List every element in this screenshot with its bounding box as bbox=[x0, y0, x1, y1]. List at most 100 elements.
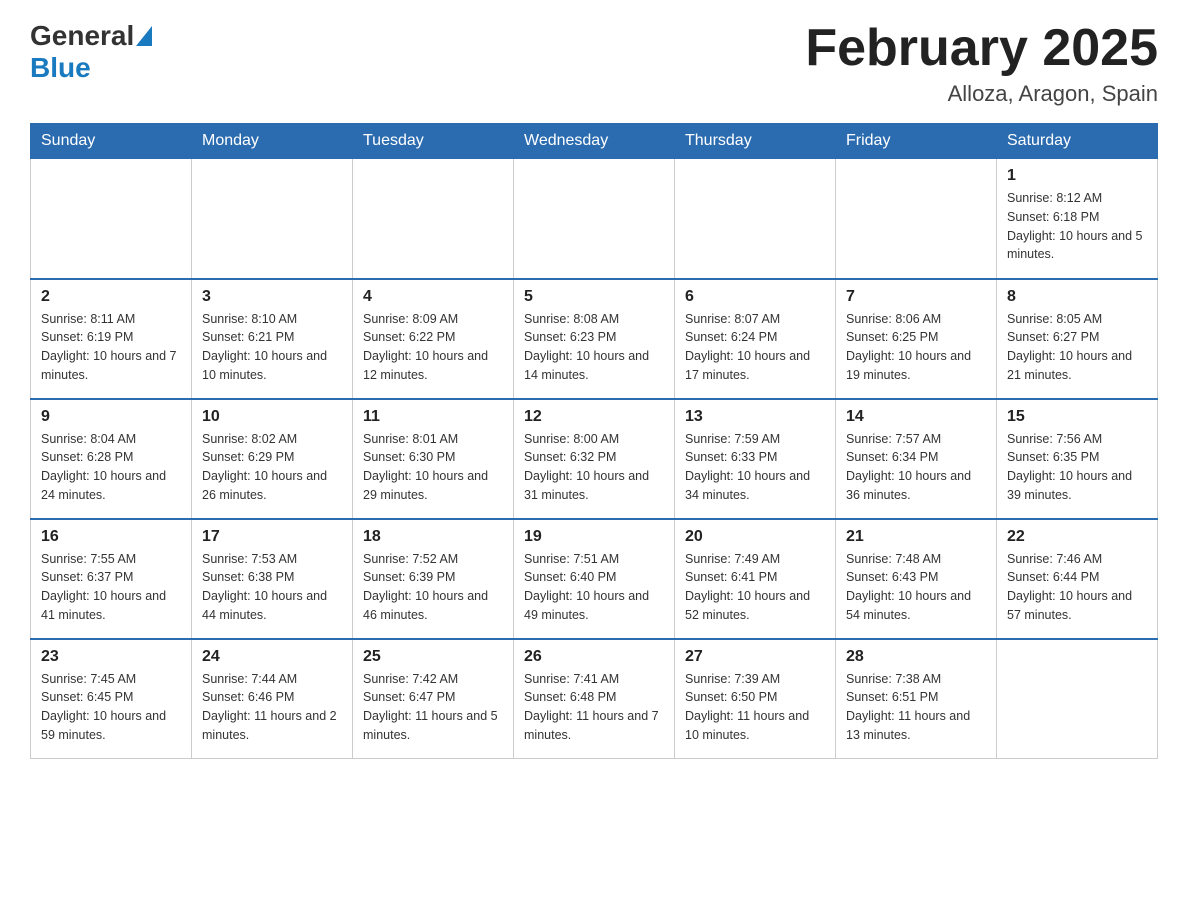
weekday-header-friday: Friday bbox=[836, 124, 997, 159]
week-row-0: 1Sunrise: 8:12 AMSunset: 6:18 PMDaylight… bbox=[31, 159, 1158, 279]
calendar-table: SundayMondayTuesdayWednesdayThursdayFrid… bbox=[30, 123, 1158, 759]
day-info: Sunrise: 8:02 AMSunset: 6:29 PMDaylight:… bbox=[202, 430, 342, 505]
day-number: 7 bbox=[846, 288, 986, 306]
calendar-cell: 16 Sunrise: 7:55 AMSunset: 6:37 PMDayligh… bbox=[31, 519, 192, 639]
day-info: Sunrise: 7:49 AMSunset: 6:41 PMDaylight:… bbox=[685, 550, 825, 625]
calendar-cell: 24 Sunrise: 7:44 AMSunset: 6:46 PMDayligh… bbox=[192, 639, 353, 759]
logo: General Blue bbox=[30, 20, 152, 84]
day-number: 6 bbox=[685, 288, 825, 306]
day-info: Sunrise: 7:45 AMSunset: 6:45 PMDaylight:… bbox=[41, 670, 181, 745]
weekday-header-saturday: Saturday bbox=[997, 124, 1158, 159]
week-row-1: 2Sunrise: 8:11 AMSunset: 6:19 PMDaylight… bbox=[31, 279, 1158, 399]
day-info: Sunrise: 8:00 AMSunset: 6:32 PMDaylight:… bbox=[524, 430, 664, 505]
weekday-header-thursday: Thursday bbox=[675, 124, 836, 159]
calendar-title: February 2025 bbox=[805, 20, 1158, 77]
calendar-cell: 2Sunrise: 8:11 AMSunset: 6:19 PMDaylight… bbox=[31, 279, 192, 399]
day-info: Sunrise: 8:05 AMSunset: 6:27 PMDaylight:… bbox=[1007, 310, 1147, 385]
calendar-cell: 9 Sunrise: 8:04 AMSunset: 6:28 PMDaylight… bbox=[31, 399, 192, 519]
day-number: 16 bbox=[41, 528, 181, 546]
calendar-cell: 5 Sunrise: 8:08 AMSunset: 6:23 PMDaylight… bbox=[514, 279, 675, 399]
calendar-cell: 13 Sunrise: 7:59 AMSunset: 6:33 PMDayligh… bbox=[675, 399, 836, 519]
calendar-subtitle: Alloza, Aragon, Spain bbox=[805, 81, 1158, 107]
calendar-cell: 1Sunrise: 8:12 AMSunset: 6:18 PMDaylight… bbox=[997, 159, 1158, 279]
day-info: Sunrise: 8:09 AMSunset: 6:22 PMDaylight:… bbox=[363, 310, 503, 385]
day-info: Sunrise: 8:10 AMSunset: 6:21 PMDaylight:… bbox=[202, 310, 342, 385]
day-info: Sunrise: 7:52 AMSunset: 6:39 PMDaylight:… bbox=[363, 550, 503, 625]
day-number: 17 bbox=[202, 528, 342, 546]
day-number: 20 bbox=[685, 528, 825, 546]
day-number: 15 bbox=[1007, 408, 1147, 426]
calendar-cell: 15Sunrise: 7:56 AMSunset: 6:35 PMDayligh… bbox=[997, 399, 1158, 519]
day-info: Sunrise: 8:07 AMSunset: 6:24 PMDaylight:… bbox=[685, 310, 825, 385]
day-number: 1 bbox=[1007, 167, 1147, 185]
day-number: 10 bbox=[202, 408, 342, 426]
calendar-cell: 10 Sunrise: 8:02 AMSunset: 6:29 PMDayligh… bbox=[192, 399, 353, 519]
day-info: Sunrise: 7:55 AMSunset: 6:37 PMDaylight:… bbox=[41, 550, 181, 625]
calendar-cell: 21 Sunrise: 7:48 AMSunset: 6:43 PMDayligh… bbox=[836, 519, 997, 639]
weekday-header-sunday: Sunday bbox=[31, 124, 192, 159]
day-info: Sunrise: 7:59 AMSunset: 6:33 PMDaylight:… bbox=[685, 430, 825, 505]
calendar-cell: 3Sunrise: 8:10 AMSunset: 6:21 PMDaylight… bbox=[192, 279, 353, 399]
page-header: General Blue February 2025 Alloza, Arago… bbox=[30, 20, 1158, 107]
day-number: 8 bbox=[1007, 288, 1147, 306]
day-number: 11 bbox=[363, 408, 503, 426]
calendar-cell: 23 Sunrise: 7:45 AMSunset: 6:45 PMDayligh… bbox=[31, 639, 192, 759]
calendar-cell: 20 Sunrise: 7:49 AMSunset: 6:41 PMDayligh… bbox=[675, 519, 836, 639]
calendar-cell bbox=[192, 159, 353, 279]
day-info: Sunrise: 7:41 AMSunset: 6:48 PMDaylight:… bbox=[524, 670, 664, 745]
calendar-cell: 11 Sunrise: 8:01 AMSunset: 6:30 PMDayligh… bbox=[353, 399, 514, 519]
day-info: Sunrise: 7:46 AMSunset: 6:44 PMDaylight:… bbox=[1007, 550, 1147, 625]
calendar-cell: 27 Sunrise: 7:39 AMSunset: 6:50 PMDayligh… bbox=[675, 639, 836, 759]
calendar-cell bbox=[675, 159, 836, 279]
day-number: 4 bbox=[363, 288, 503, 306]
weekday-header-monday: Monday bbox=[192, 124, 353, 159]
day-number: 5 bbox=[524, 288, 664, 306]
calendar-cell: 26 Sunrise: 7:41 AMSunset: 6:48 PMDayligh… bbox=[514, 639, 675, 759]
day-number: 26 bbox=[524, 648, 664, 666]
weekday-header-tuesday: Tuesday bbox=[353, 124, 514, 159]
day-number: 13 bbox=[685, 408, 825, 426]
calendar-cell bbox=[514, 159, 675, 279]
day-info: Sunrise: 7:48 AMSunset: 6:43 PMDaylight:… bbox=[846, 550, 986, 625]
title-area: February 2025 Alloza, Aragon, Spain bbox=[805, 20, 1158, 107]
day-info: Sunrise: 7:39 AMSunset: 6:50 PMDaylight:… bbox=[685, 670, 825, 745]
calendar-cell: 17 Sunrise: 7:53 AMSunset: 6:38 PMDayligh… bbox=[192, 519, 353, 639]
day-info: Sunrise: 7:38 AMSunset: 6:51 PMDaylight:… bbox=[846, 670, 986, 745]
calendar-cell bbox=[353, 159, 514, 279]
day-number: 24 bbox=[202, 648, 342, 666]
day-info: Sunrise: 8:08 AMSunset: 6:23 PMDaylight:… bbox=[524, 310, 664, 385]
day-info: Sunrise: 7:51 AMSunset: 6:40 PMDaylight:… bbox=[524, 550, 664, 625]
logo-triangle-icon bbox=[136, 26, 152, 46]
day-number: 12 bbox=[524, 408, 664, 426]
day-number: 23 bbox=[41, 648, 181, 666]
day-info: Sunrise: 7:42 AMSunset: 6:47 PMDaylight:… bbox=[363, 670, 503, 745]
day-number: 22 bbox=[1007, 528, 1147, 546]
calendar-cell: 18 Sunrise: 7:52 AMSunset: 6:39 PMDayligh… bbox=[353, 519, 514, 639]
calendar-cell: 12 Sunrise: 8:00 AMSunset: 6:32 PMDayligh… bbox=[514, 399, 675, 519]
day-info: Sunrise: 7:53 AMSunset: 6:38 PMDaylight:… bbox=[202, 550, 342, 625]
calendar-cell: 19 Sunrise: 7:51 AMSunset: 6:40 PMDayligh… bbox=[514, 519, 675, 639]
calendar-cell: 7 Sunrise: 8:06 AMSunset: 6:25 PMDaylight… bbox=[836, 279, 997, 399]
calendar-cell: 25 Sunrise: 7:42 AMSunset: 6:47 PMDayligh… bbox=[353, 639, 514, 759]
day-number: 27 bbox=[685, 648, 825, 666]
calendar-cell bbox=[31, 159, 192, 279]
calendar-cell: 6 Sunrise: 8:07 AMSunset: 6:24 PMDaylight… bbox=[675, 279, 836, 399]
day-number: 18 bbox=[363, 528, 503, 546]
week-row-2: 9 Sunrise: 8:04 AMSunset: 6:28 PMDaylight… bbox=[31, 399, 1158, 519]
week-row-4: 23 Sunrise: 7:45 AMSunset: 6:45 PMDayligh… bbox=[31, 639, 1158, 759]
day-info: Sunrise: 8:01 AMSunset: 6:30 PMDaylight:… bbox=[363, 430, 503, 505]
day-number: 19 bbox=[524, 528, 664, 546]
day-number: 2 bbox=[41, 288, 181, 306]
calendar-cell: 28Sunrise: 7:38 AMSunset: 6:51 PMDayligh… bbox=[836, 639, 997, 759]
day-info: Sunrise: 8:06 AMSunset: 6:25 PMDaylight:… bbox=[846, 310, 986, 385]
calendar-cell: 8 Sunrise: 8:05 AMSunset: 6:27 PMDaylight… bbox=[997, 279, 1158, 399]
weekday-header-wednesday: Wednesday bbox=[514, 124, 675, 159]
day-number: 25 bbox=[363, 648, 503, 666]
day-info: Sunrise: 8:04 AMSunset: 6:28 PMDaylight:… bbox=[41, 430, 181, 505]
day-number: 9 bbox=[41, 408, 181, 426]
day-number: 14 bbox=[846, 408, 986, 426]
weekday-header-row: SundayMondayTuesdayWednesdayThursdayFrid… bbox=[31, 124, 1158, 159]
week-row-3: 16 Sunrise: 7:55 AMSunset: 6:37 PMDayligh… bbox=[31, 519, 1158, 639]
day-info: Sunrise: 7:44 AMSunset: 6:46 PMDaylight:… bbox=[202, 670, 342, 745]
day-number: 21 bbox=[846, 528, 986, 546]
